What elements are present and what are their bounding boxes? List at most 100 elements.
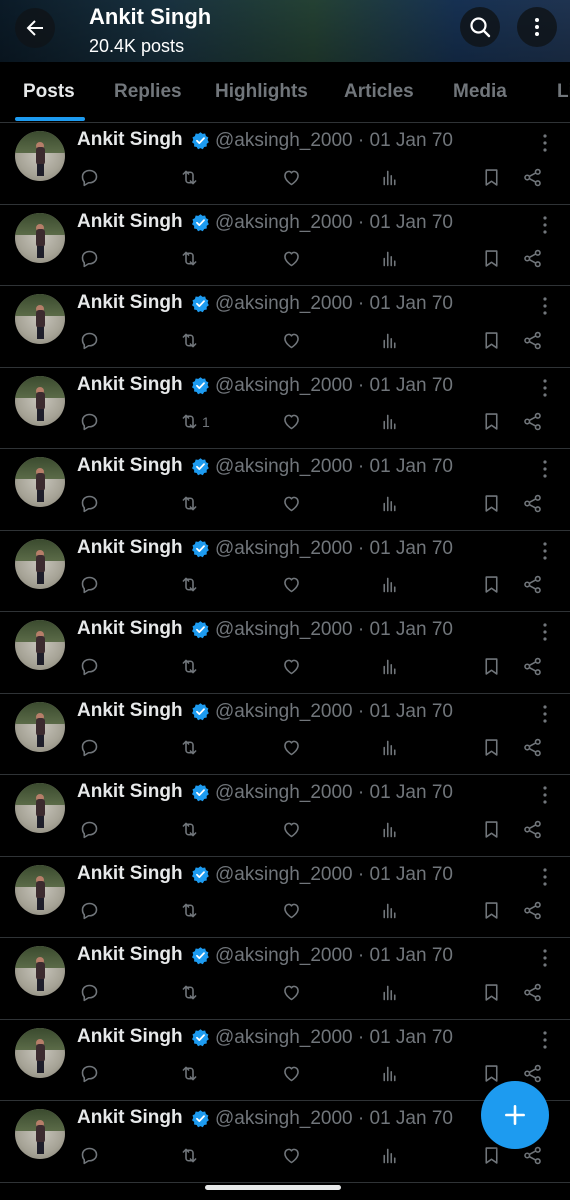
share-button[interactable] [522,329,543,351]
repost-button[interactable] [179,1144,202,1166]
post-more-icon[interactable] [538,541,552,561]
back-button[interactable] [15,8,55,48]
post-handle-date[interactable]: @aksingh_2000 · 01 Jan 70 [215,782,453,804]
post-author-name[interactable]: Ankit Singh [77,1026,183,1048]
like-button[interactable] [281,900,302,922]
post-item[interactable]: Ankit Singh @aksingh_2000 · 01 Jan 70 1 [0,368,570,449]
share-button[interactable] [522,655,543,677]
bookmark-button[interactable] [481,248,502,270]
avatar[interactable] [15,864,65,915]
post-handle-date[interactable]: @aksingh_2000 · 01 Jan 70 [215,1108,453,1130]
like-button[interactable] [281,1063,302,1085]
reply-button[interactable] [79,492,100,514]
like-button[interactable] [281,166,302,188]
views-button[interactable] [379,818,400,840]
post-more-icon[interactable] [538,459,552,479]
bookmark-button[interactable] [481,1144,502,1166]
post-more-icon[interactable] [538,785,552,805]
post-item[interactable]: Ankit Singh @aksingh_2000 · 01 Jan 70 [0,694,570,775]
post-handle-date[interactable]: @aksingh_2000 · 01 Jan 70 [215,864,453,886]
like-button[interactable] [281,981,302,1003]
share-button[interactable] [522,818,543,840]
share-button[interactable] [522,737,543,759]
views-button[interactable] [379,492,400,514]
tab-likes[interactable]: Li [557,81,570,103]
post-author-name[interactable]: Ankit Singh [77,781,183,803]
like-button[interactable] [281,492,302,514]
avatar[interactable] [15,1109,65,1159]
reply-button[interactable] [79,900,100,922]
reply-button[interactable] [79,574,100,596]
tab-highlights[interactable]: Highlights [215,81,308,103]
views-button[interactable] [379,411,400,433]
avatar[interactable] [15,131,65,181]
views-button[interactable] [379,329,400,351]
repost-button[interactable] [179,981,202,1003]
post-more-icon[interactable] [538,704,552,724]
share-button[interactable] [522,166,543,188]
share-button[interactable] [522,574,543,596]
reply-button[interactable] [79,1144,100,1166]
avatar[interactable] [15,701,65,752]
post-handle-date[interactable]: @aksingh_2000 · 01 Jan 70 [215,375,453,397]
views-button[interactable] [379,1144,400,1166]
post-item[interactable]: Ankit Singh @aksingh_2000 · 01 Jan 70 [0,205,570,286]
bookmark-button[interactable] [481,818,502,840]
avatar[interactable] [15,783,65,833]
tab-media[interactable]: Media [453,81,507,103]
post-more-icon[interactable] [538,378,552,398]
bookmark-button[interactable] [481,655,502,677]
repost-button[interactable] [179,737,202,759]
like-button[interactable] [281,574,302,596]
post-item[interactable]: Ankit Singh @aksingh_2000 · 01 Jan 70 [0,123,570,205]
bookmark-button[interactable] [481,329,502,351]
like-button[interactable] [281,737,302,759]
repost-button[interactable] [179,574,202,596]
views-button[interactable] [379,737,400,759]
reply-button[interactable] [79,1063,100,1085]
views-button[interactable] [379,1063,400,1085]
repost-button[interactable] [179,166,202,188]
repost-button[interactable]: 1 [179,411,210,433]
share-button[interactable] [522,1063,543,1085]
post-author-name[interactable]: Ankit Singh [77,292,183,314]
bookmark-button[interactable] [481,166,502,188]
post-more-icon[interactable] [538,867,552,887]
tab-articles[interactable]: Articles [344,81,414,103]
home-indicator[interactable] [205,1185,341,1190]
avatar[interactable] [15,538,65,589]
views-button[interactable] [379,248,400,270]
reply-button[interactable] [79,981,100,1003]
post-more-icon[interactable] [538,1030,552,1050]
views-button[interactable] [379,166,400,188]
more-options-button[interactable] [517,7,557,47]
post-handle-date[interactable]: @aksingh_2000 · 01 Jan 70 [215,212,453,234]
post-item[interactable]: Ankit Singh @aksingh_2000 · 01 Jan 70 [0,286,570,368]
post-item[interactable]: Ankit Singh @aksingh_2000 · 01 Jan 70 [0,1020,570,1101]
avatar[interactable] [15,294,65,344]
avatar[interactable] [15,375,65,426]
post-item[interactable]: Ankit Singh @aksingh_2000 · 01 Jan 70 [0,612,570,694]
post-handle-date[interactable]: @aksingh_2000 · 01 Jan 70 [215,538,453,560]
post-handle-date[interactable]: @aksingh_2000 · 01 Jan 70 [215,619,453,641]
post-author-name[interactable]: Ankit Singh [77,455,183,477]
post-author-name[interactable]: Ankit Singh [77,618,183,640]
reply-button[interactable] [79,737,100,759]
bookmark-button[interactable] [481,1063,502,1085]
tab-replies[interactable]: Replies [114,81,182,103]
bookmark-button[interactable] [481,492,502,514]
repost-button[interactable] [179,655,202,677]
share-button[interactable] [522,900,543,922]
bookmark-button[interactable] [481,981,502,1003]
like-button[interactable] [281,411,302,433]
tab-posts[interactable]: Posts [23,81,75,103]
bookmark-button[interactable] [481,574,502,596]
post-item[interactable]: Ankit Singh @aksingh_2000 · 01 Jan 70 [0,531,570,612]
post-handle-date[interactable]: @aksingh_2000 · 01 Jan 70 [215,701,453,723]
bookmark-button[interactable] [481,737,502,759]
views-button[interactable] [379,655,400,677]
post-author-name[interactable]: Ankit Singh [77,129,183,151]
post-author-name[interactable]: Ankit Singh [77,537,183,559]
post-author-name[interactable]: Ankit Singh [77,944,183,966]
like-button[interactable] [281,818,302,840]
